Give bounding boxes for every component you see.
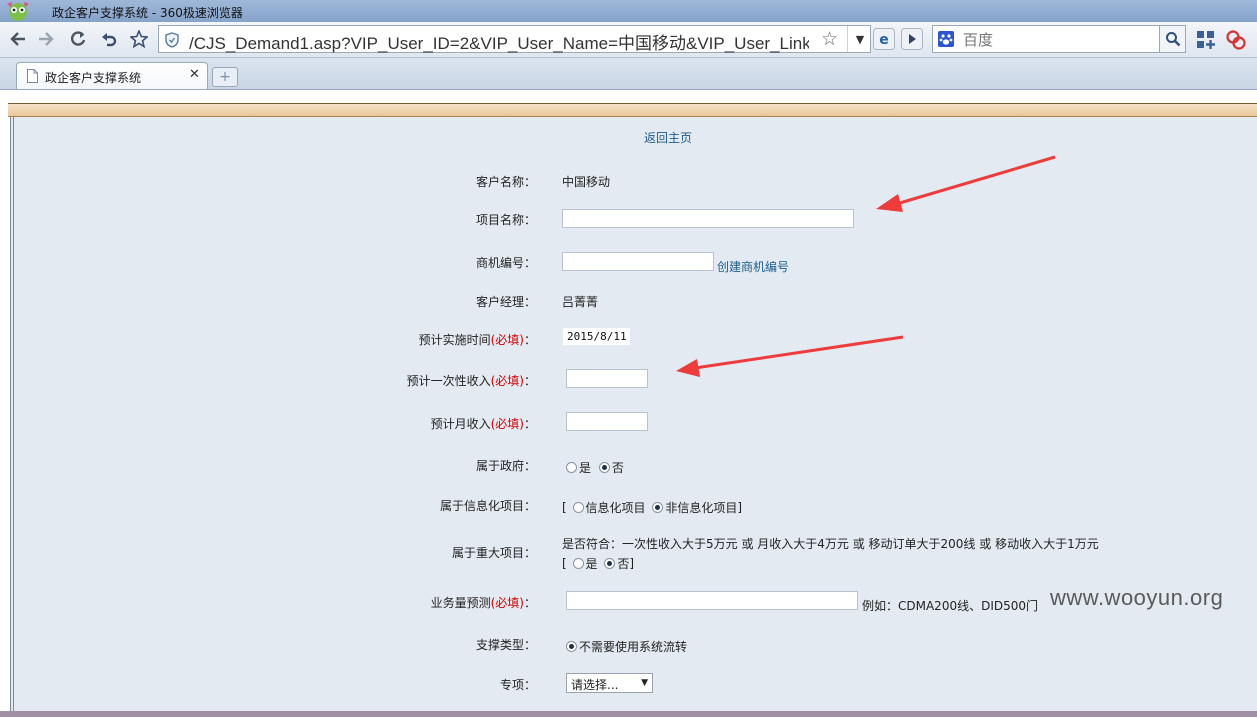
security-shield-icon [165, 32, 179, 48]
gov-yes-label: 是 [579, 461, 592, 475]
page-icon [27, 69, 38, 83]
major-label: 属于重大项目： [451, 546, 536, 560]
support-type-option: 不需要使用系统流转 [579, 640, 688, 654]
browser-toolbar: /CJS_Demand1.asp?VIP_User_ID=2&VIP_User_… [0, 22, 1257, 58]
gov-no-label: 否 [611, 461, 624, 475]
colon: ： [523, 417, 536, 431]
special-select[interactable]: 请选择... ▼ [566, 673, 653, 693]
bottom-strip [0, 711, 1257, 717]
onetime-income-input[interactable] [566, 369, 648, 388]
gov-yes-radio[interactable] [566, 462, 577, 473]
baidu-icon [938, 31, 954, 47]
impl-time-label-text: 预计实施时间 [418, 333, 491, 347]
info-radio-group: [ 信息化项目 非信息化项目] [562, 499, 742, 516]
volume-example: 例如：CDMA200线、DID500门 [862, 599, 1039, 613]
support-type-group: 不需要使用系统流转 [566, 638, 687, 655]
major-yes-label: 是 [585, 557, 598, 571]
info-no-label: 非信息化项目 [665, 501, 738, 515]
customer-name-label: 客户名称： [475, 175, 536, 189]
required-mark: (必填) [490, 596, 524, 610]
major-description: 是否符合：一次性收入大于5万元 或 月收入大于4万元 或 移动订单大于200线 … [562, 537, 1099, 551]
info-label: 属于信息化项目： [439, 499, 536, 513]
bracket-open: [ [562, 500, 567, 515]
major-no-radio[interactable] [604, 558, 616, 569]
page-banner [8, 103, 1257, 117]
support-type-label: 支撑类型： [475, 638, 536, 652]
required-mark: (必填) [490, 333, 524, 347]
bracket-close: ] [629, 556, 635, 571]
forward-icon[interactable] [34, 28, 58, 50]
address-bar[interactable]: /CJS_Demand1.asp?VIP_User_ID=2&VIP_User_… [158, 25, 871, 53]
account-manager-value: 吕菁菁 [562, 295, 599, 309]
extension-icon[interactable] [1224, 28, 1248, 52]
volume-input[interactable] [566, 591, 858, 610]
major-radio-group: [ 是 否] [562, 555, 634, 572]
window-titlebar: 政企客户支撑系统 - 360极速浏览器 [0, 0, 1257, 22]
colon: ： [523, 596, 536, 610]
customer-name-value: 中国移动 [562, 175, 611, 189]
plus-icon: + [219, 69, 231, 85]
project-name-label: 项目名称： [475, 213, 536, 227]
info-no-radio[interactable] [652, 502, 664, 513]
gov-label: 属于政府： [475, 459, 536, 473]
svg-text:e: e [879, 32, 889, 48]
tab-main[interactable]: 政企客户支撑系统 ✕ [16, 62, 208, 89]
major-yes-radio[interactable] [572, 558, 584, 569]
home-link[interactable]: 返回主页 [644, 129, 692, 146]
search-box[interactable] [932, 25, 1160, 53]
required-mark: (必填) [490, 417, 524, 431]
bracket-open: [ [562, 556, 567, 571]
colon: ： [523, 333, 536, 347]
search-icon [1165, 32, 1180, 47]
search-input[interactable] [961, 28, 1155, 52]
opportunity-no-label: 商机编号： [475, 256, 536, 270]
monthly-income-label-text: 预计月收入 [430, 417, 491, 431]
apps-grid-icon[interactable] [1196, 30, 1216, 50]
onetime-income-label: 预计一次性收入(必填)： [390, 372, 536, 389]
info-yes-radio[interactable] [572, 502, 584, 513]
required-mark: (必填) [490, 374, 524, 388]
monthly-income-label: 预计月收入(必填)： [400, 415, 536, 432]
reload-icon[interactable] [66, 28, 90, 50]
monthly-income-input[interactable] [566, 412, 648, 431]
favorite-star-icon[interactable] [127, 28, 151, 50]
bracket-close: ] [737, 500, 743, 515]
close-icon[interactable]: ✕ [189, 67, 200, 82]
account-manager-label: 客户经理： [475, 295, 536, 309]
info-yes-label: 信息化项目 [585, 501, 646, 515]
app-logo-icon [7, 2, 29, 21]
project-name-input[interactable] [562, 209, 854, 228]
special-select-value: 请选择... [571, 678, 619, 692]
watermark: www.wooyun.org [1050, 585, 1224, 610]
go-icon[interactable] [901, 28, 923, 50]
gov-radio-group: 是 否 [566, 459, 624, 476]
volume-label-text: 业务量预测 [430, 596, 491, 610]
opportunity-no-input[interactable] [562, 252, 714, 271]
window-title: 政企客户支撑系统 - 360极速浏览器 [52, 6, 243, 20]
bookmark-star-icon[interactable]: ☆ [821, 28, 838, 50]
tab-label: 政企客户支撑系统 [45, 71, 142, 85]
new-tab-button[interactable]: + [212, 67, 238, 87]
impl-time-input[interactable] [562, 327, 631, 346]
search-button[interactable] [1160, 25, 1186, 53]
undo-icon[interactable] [97, 28, 121, 50]
page-viewport [0, 90, 1257, 717]
spacer [0, 90, 1257, 103]
create-opportunity-link[interactable]: 创建商机编号 [717, 258, 789, 275]
back-icon[interactable] [6, 28, 30, 50]
volume-label: 业务量预测(必填)： [400, 594, 536, 611]
onetime-income-label-text: 预计一次性收入 [406, 374, 491, 388]
address-dropdown-icon[interactable]: ▼ [847, 26, 872, 52]
special-label: 专项： [499, 678, 536, 692]
address-text[interactable]: /CJS_Demand1.asp?VIP_User_ID=2&VIP_User_… [189, 29, 809, 54]
gov-no-radio[interactable] [598, 462, 610, 473]
support-type-radio[interactable] [566, 641, 577, 652]
major-no-label: 否 [617, 557, 630, 571]
ie-mode-icon[interactable]: e [873, 28, 895, 50]
colon: ： [523, 374, 536, 388]
impl-time-label: 预计实施时间(必填)： [400, 331, 536, 348]
tab-strip: 政企客户支撑系统 ✕ + [0, 58, 1257, 90]
chevron-down-icon: ▼ [641, 678, 648, 688]
